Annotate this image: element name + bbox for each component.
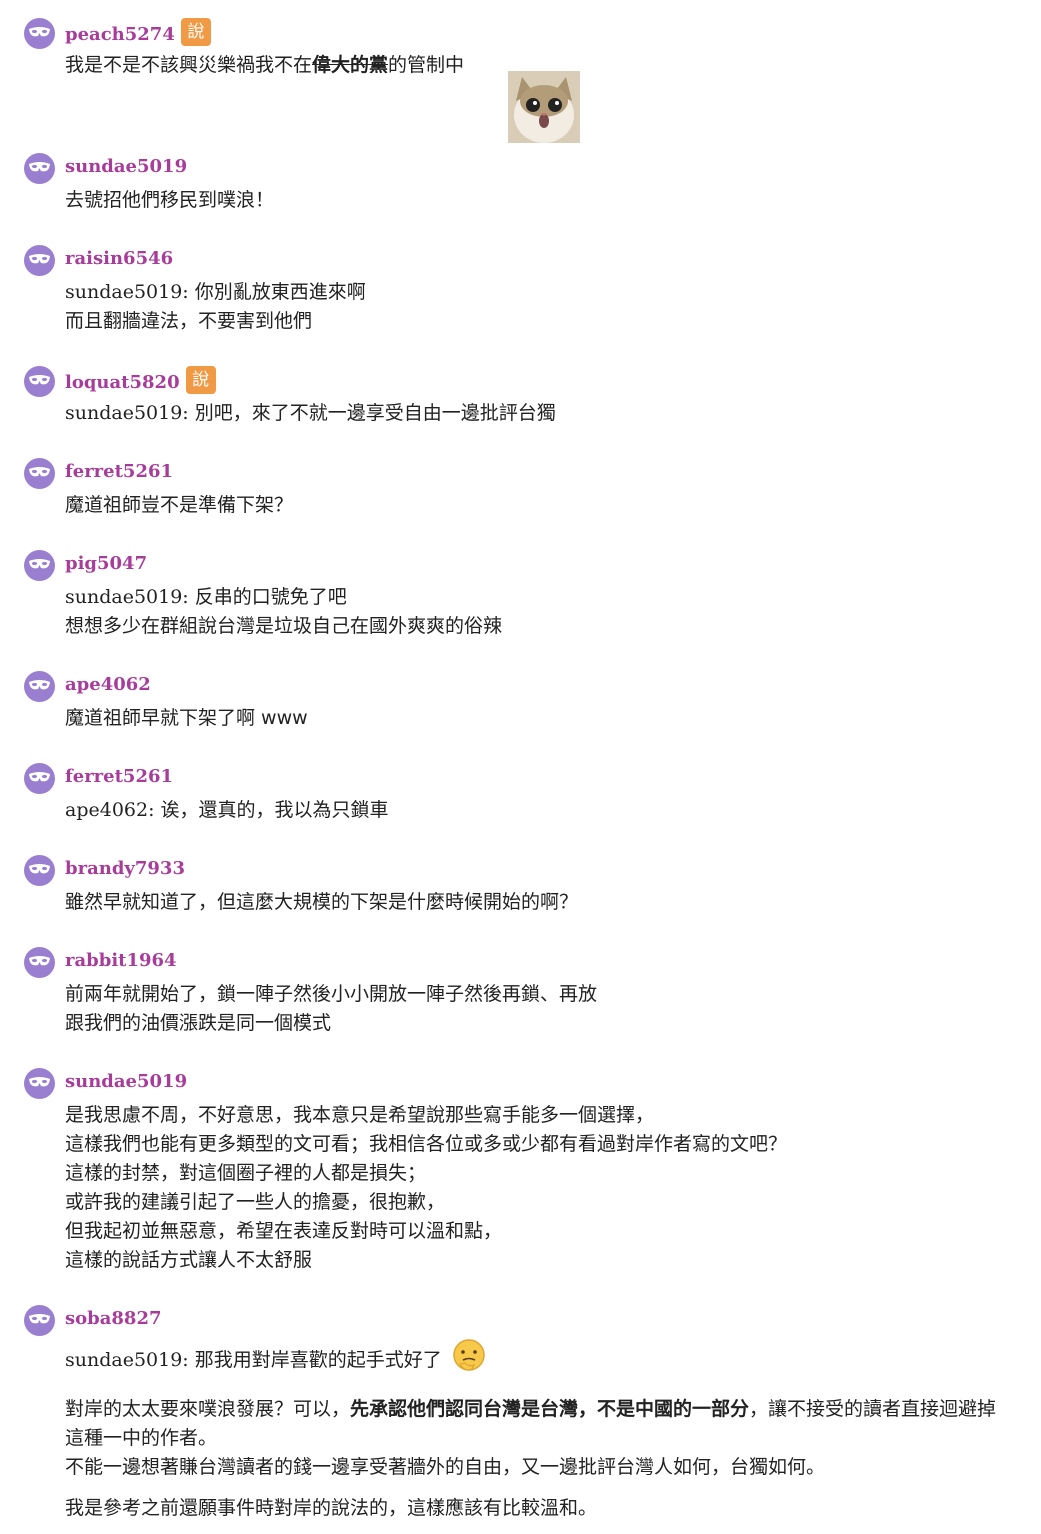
- username[interactable]: peach5274: [65, 24, 175, 45]
- username[interactable]: sundae5019: [65, 1071, 187, 1092]
- comment-text: 別吧，來了不就一邊享受自由一邊批評台獨: [194, 402, 556, 424]
- mask-icon: [29, 864, 50, 874]
- avatar[interactable]: [24, 947, 55, 978]
- avatar[interactable]: [24, 153, 55, 184]
- avatar[interactable]: [24, 550, 55, 581]
- comment-text: 你別亂放東西進來啊: [194, 281, 366, 303]
- username[interactable]: ape4062: [65, 674, 151, 695]
- username[interactable]: ferret5261: [65, 461, 173, 482]
- comment-text: 我是不是不該興災樂禍我不在: [65, 54, 313, 76]
- bold-text: 先承認他們認同台灣是台灣，不是中國的一部分: [350, 1398, 750, 1420]
- reply-mention[interactable]: sundae5019:: [65, 1349, 189, 1371]
- thinking-emoticon-icon: [450, 1338, 488, 1383]
- mask-icon: [29, 254, 50, 264]
- mask-icon: [29, 559, 50, 569]
- comment-text: 這樣我們也能有更多類型的文可看；我相信各位或多或少都有看過對岸作者寫的文吧？: [65, 1133, 788, 1155]
- avatar[interactable]: [24, 855, 55, 886]
- comment-text: 或許我的建議引起了一些人的擔憂，很抱歉，: [65, 1191, 446, 1213]
- mask-icon: [29, 467, 50, 477]
- comment-text: 魔道祖師早就下架了啊 www: [65, 707, 308, 729]
- username[interactable]: raisin6546: [65, 248, 173, 269]
- avatar[interactable]: [24, 18, 55, 49]
- reply-mention[interactable]: ape4062:: [65, 799, 155, 821]
- comment-text: 跟我們的油價漲跌是同一個模式: [65, 1012, 332, 1034]
- comment-text: 去號招他們移民到噗浪！: [65, 189, 275, 211]
- comment-text: 魔道祖師豈不是準備下架？: [65, 494, 294, 516]
- comment-text: 但我起初並無惡意，希望在表達反對時可以溫和點，: [65, 1220, 503, 1242]
- comment-text: 想想多少在群組說台灣是垃圾自己在國外爽爽的俗辣: [65, 615, 503, 637]
- mask-icon: [29, 162, 50, 172]
- comment-text: 前兩年就開始了，鎖一陣子然後小小開放一陣子然後再鎖、再放: [65, 983, 598, 1005]
- username[interactable]: soba8827: [65, 1308, 162, 1329]
- speech-badge: 說: [180, 18, 211, 46]
- comment-text: 诶，還真的，我以為只鎖車: [160, 799, 389, 821]
- mask-icon: [29, 956, 50, 966]
- comment-text: 這樣的說話方式讓人不太舒服: [65, 1249, 313, 1271]
- mask-icon: [29, 680, 50, 690]
- cat-sticker-image[interactable]: [508, 71, 580, 143]
- username[interactable]: pig5047: [65, 553, 147, 574]
- username[interactable]: ferret5261: [65, 766, 173, 787]
- reply-mention[interactable]: sundae5019:: [65, 281, 189, 303]
- comment-text: 不能一邊想著賺台灣讀者的錢一邊享受著牆外的自由，又一邊批評台灣人如何，台獨如何。: [65, 1456, 826, 1478]
- strikethrough-text: 偉大的黨: [312, 54, 389, 76]
- avatar[interactable]: [24, 366, 55, 397]
- avatar[interactable]: [24, 245, 55, 276]
- comment-text: 對岸的太太要來噗浪發展？可以，: [65, 1398, 351, 1420]
- comment-text: 這樣的封禁，對這個圈子裡的人都是損失；: [65, 1162, 427, 1184]
- avatar[interactable]: [24, 763, 55, 794]
- reply-mention[interactable]: sundae5019:: [65, 402, 189, 424]
- comment-text: 雖然早就知道了，但這麼大規模的下架是什麼時候開始的啊？: [65, 891, 579, 913]
- comment-text: 我是參考之前還願事件時對岸的說法的，這樣應該有比較溫和。: [65, 1497, 598, 1519]
- comment-text: 而且翻牆違法，不要害到他們: [65, 310, 313, 332]
- mask-icon: [29, 772, 50, 782]
- avatar[interactable]: [24, 1068, 55, 1099]
- comment-text: 那我用對岸喜歡的起手式好了: [194, 1349, 442, 1371]
- mask-icon: [29, 1077, 50, 1087]
- username[interactable]: rabbit1964: [65, 950, 177, 971]
- avatar[interactable]: [24, 458, 55, 489]
- speech-badge: 說: [185, 366, 216, 394]
- mask-icon: [29, 375, 50, 385]
- comment-text: 是我思慮不周，不好意思，我本意只是希望說那些寫手能多一個選擇，: [65, 1104, 655, 1126]
- username[interactable]: loquat5820: [65, 372, 180, 393]
- comment-text: 的管制中: [388, 54, 465, 76]
- avatar[interactable]: [24, 1305, 55, 1336]
- username[interactable]: sundae5019: [65, 156, 187, 177]
- mask-icon: [29, 27, 50, 37]
- mask-icon: [29, 1314, 50, 1324]
- reply-mention[interactable]: sundae5019:: [65, 586, 189, 608]
- username[interactable]: brandy7933: [65, 858, 185, 879]
- avatar[interactable]: [24, 671, 55, 702]
- comment-text: 反串的口號免了吧: [194, 586, 347, 608]
